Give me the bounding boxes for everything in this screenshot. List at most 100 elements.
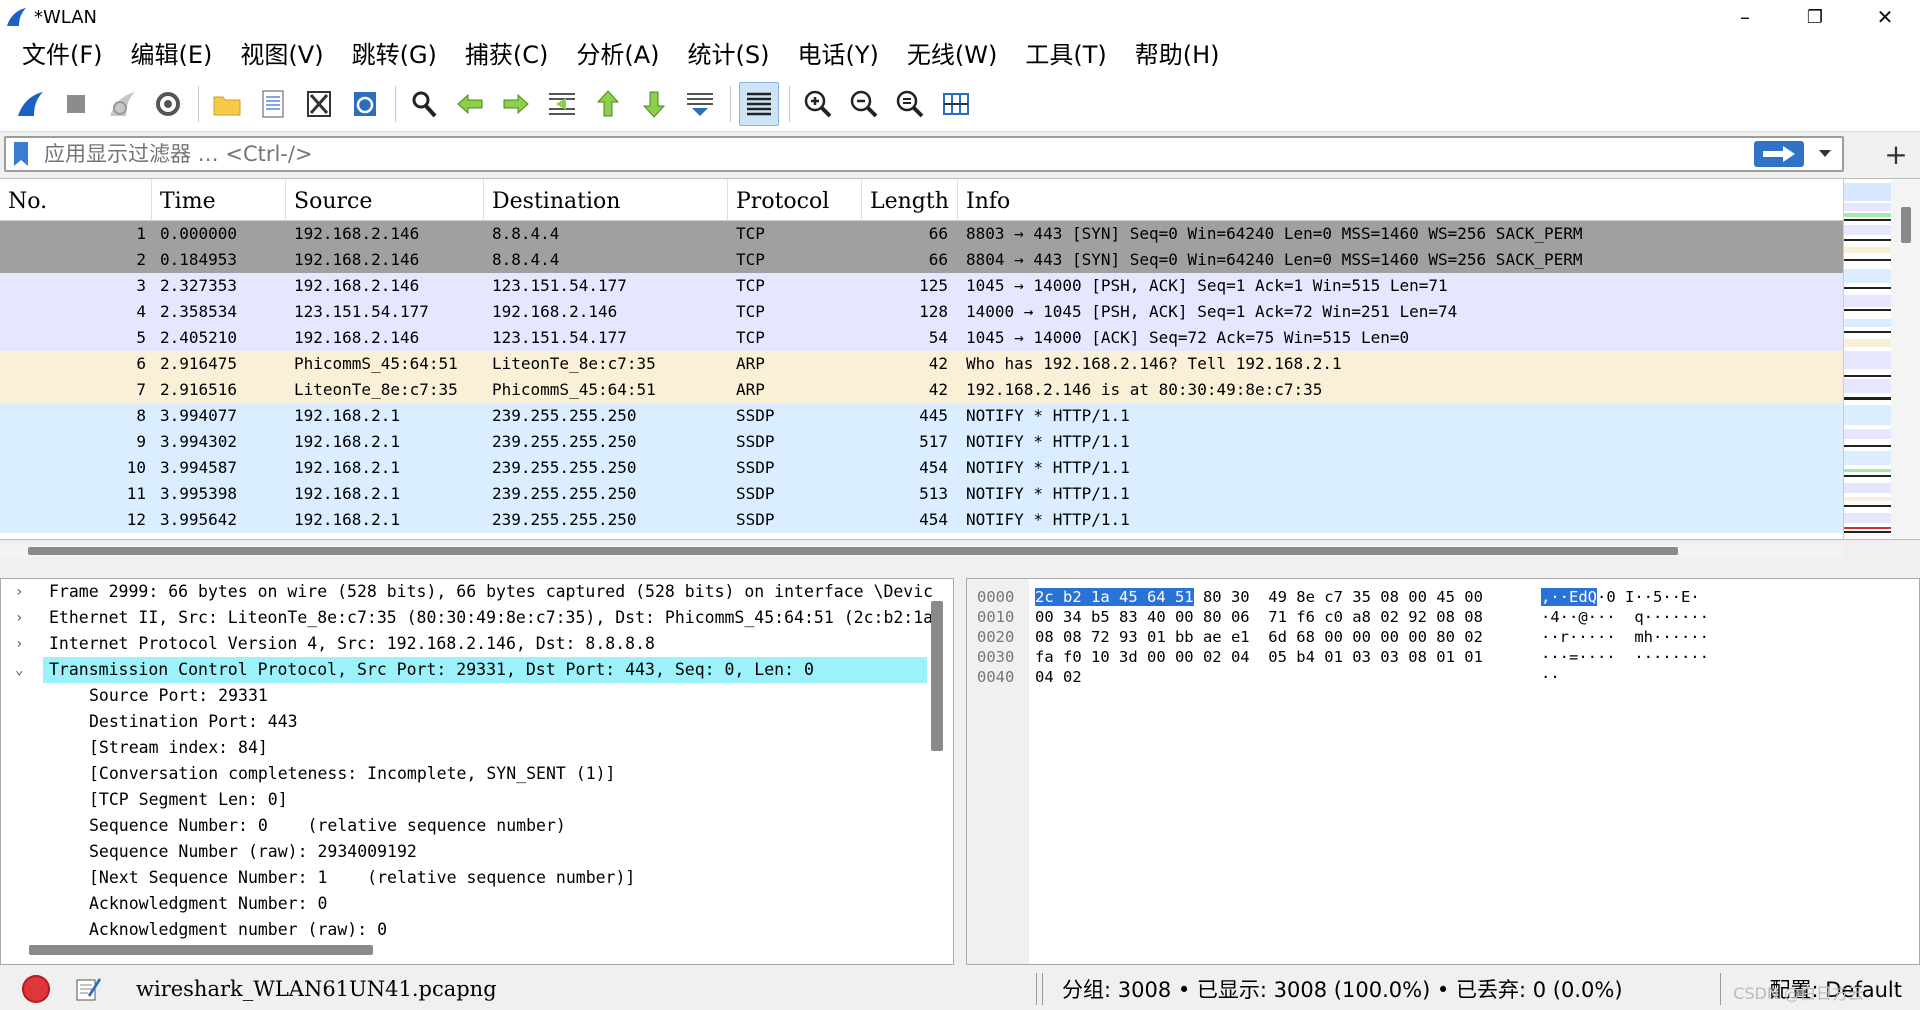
auto-scroll-icon[interactable]	[680, 82, 720, 126]
scrollbar-thumb[interactable]	[1901, 207, 1911, 243]
hex-ascii[interactable]: ,··EdQ·0 I··5··E·	[1541, 587, 1700, 607]
display-filter-bar: +	[4, 136, 1916, 172]
column-header-length[interactable]: Length	[862, 179, 958, 221]
menu-help[interactable]: 帮助(H)	[1121, 34, 1234, 76]
go-back-icon[interactable]	[450, 82, 490, 126]
hex-ascii[interactable]: ···=···· ········	[1541, 647, 1709, 667]
cell-time: 2.327353	[160, 276, 238, 295]
hex-bytes[interactable]: 08 08 72 93 01 bb ae e1 6d 68 00 00 00 0…	[1035, 627, 1483, 647]
packet-list-vertical-scrollbar[interactable]	[1891, 179, 1920, 539]
hex-bytes[interactable]: 00 34 b5 83 40 00 80 06 71 f6 c0 a8 02 9…	[1035, 607, 1483, 627]
column-header-source[interactable]: Source	[286, 179, 484, 221]
packet-row[interactable]: 9 3.994302 192.168.2.1 239.255.255.250 SSDP 5…	[0, 429, 1843, 455]
last-packet-icon[interactable]	[634, 82, 674, 126]
zoom-in-icon[interactable]	[798, 82, 838, 126]
detail-field-row[interactable]: Acknowledgment Number: 0	[1, 891, 925, 917]
packet-row[interactable]: 1 0.000000 192.168.2.146 8.8.4.4 TCP 66 8803 →…	[0, 221, 1843, 247]
add-filter-button[interactable]: +	[1876, 136, 1916, 172]
detail-field-row[interactable]: [Conversation completeness: Incomplete, …	[1, 761, 925, 787]
menu-statistics[interactable]: 统计(S)	[674, 34, 784, 76]
packet-list-horizontal-scrollbar[interactable]	[0, 545, 1843, 557]
minimize-button[interactable]: –	[1710, 0, 1780, 34]
detail-protocol-row[interactable]: › Frame 2999: 66 bytes on wire (528 bits)…	[1, 579, 933, 605]
menu-capture[interactable]: 捕获(C)	[451, 34, 562, 76]
shark-fin-start-icon[interactable]	[10, 82, 50, 126]
normal-size-icon[interactable]	[890, 82, 930, 126]
hex-ascii[interactable]: ·4··@··· q·······	[1541, 607, 1709, 627]
detail-protocol-row[interactable]: › Ethernet II, Src: LiteonTe_8e:c7:35 (80…	[1, 605, 933, 631]
scrollbar-thumb[interactable]	[28, 547, 1678, 555]
detail-protocol-row[interactable]: ⌄ Transmission Control Protocol, Src Port…	[1, 657, 927, 683]
column-header-time[interactable]: Time	[152, 179, 286, 221]
cell-protocol: SSDP	[736, 432, 775, 451]
reload-file-icon[interactable]	[345, 82, 385, 126]
detail-field-row[interactable]: [TCP Segment Len: 0]	[1, 787, 925, 813]
menu-edit[interactable]: 编辑(E)	[117, 34, 227, 76]
colorize-icon[interactable]	[739, 81, 779, 126]
maximize-button[interactable]: ❐	[1780, 0, 1850, 34]
capture-options-icon[interactable]	[148, 82, 188, 126]
packet-list-minimap[interactable]	[1843, 179, 1892, 539]
packet-row[interactable]: 10 3.994587 192.168.2.1 239.255.255.250 SSDP…	[0, 455, 1843, 481]
chevron-right-icon[interactable]: ›	[15, 605, 31, 631]
detail-field-row[interactable]: [Next Sequence Number: 1 (relative seque…	[1, 865, 925, 891]
menu-go[interactable]: 跳转(G)	[338, 34, 451, 76]
hex-bytes[interactable]: fa f0 10 3d 00 00 02 04 05 b4 01 03 03 0…	[1035, 647, 1483, 667]
column-header-info[interactable]: Info	[958, 179, 1843, 221]
chevron-down-icon[interactable]: ⌄	[15, 657, 31, 683]
cell-source: PhicommS_45:64:51	[294, 354, 458, 373]
packet-row[interactable]: 3 2.327353 192.168.2.146 123.151.54.177 TCP 1…	[0, 273, 1843, 299]
column-header-protocol[interactable]: Protocol	[728, 179, 862, 221]
close-button[interactable]: ✕	[1850, 0, 1920, 34]
packet-row[interactable]: 7 2.916516 LiteonTe_8e:c7:35 PhicommS_45:64…	[0, 377, 1843, 403]
packet-row[interactable]: 5 2.405210 192.168.2.146 123.151.54.177 TCP 5…	[0, 325, 1843, 351]
menu-analyze[interactable]: 分析(A)	[562, 34, 673, 76]
edit-comment-icon[interactable]	[74, 975, 102, 1003]
restart-capture-icon[interactable]	[102, 82, 142, 126]
apply-filter-button[interactable]	[1754, 141, 1804, 167]
save-file-icon[interactable]	[253, 82, 293, 126]
packet-row[interactable]: 6 2.916475 PhicommS_45:64:51 LiteonTe_8e:c7…	[0, 351, 1843, 377]
zoom-out-icon[interactable]	[844, 82, 884, 126]
column-header-destination[interactable]: Destination	[484, 179, 728, 221]
hex-ascii[interactable]: ··r····· mh······	[1541, 627, 1709, 647]
detail-protocol-row[interactable]: › Internet Protocol Version 4, Src: 192.1…	[1, 631, 925, 657]
find-packet-icon[interactable]	[404, 82, 444, 126]
bookmark-icon[interactable]	[12, 141, 30, 167]
packet-row[interactable]: 11 3.995398 192.168.2.1 239.255.255.250 SSDP…	[0, 481, 1843, 507]
detail-field-row[interactable]: Destination Port: 443	[1, 709, 925, 735]
menu-tools[interactable]: 工具(T)	[1011, 34, 1120, 76]
packet-row[interactable]: 8 3.994077 192.168.2.1 239.255.255.250 SSDP 4…	[0, 403, 1843, 429]
detail-field-row[interactable]: Sequence Number (raw): 2934009192	[1, 839, 925, 865]
details-vertical-scrollbar[interactable]	[931, 601, 943, 751]
detail-field-row[interactable]: Acknowledgment number (raw): 0	[1, 917, 925, 943]
detail-field-row[interactable]: Sequence Number: 0 (relative sequence nu…	[1, 813, 925, 839]
open-file-icon[interactable]	[207, 82, 247, 126]
filter-history-dropdown[interactable]	[1812, 139, 1838, 169]
resize-columns-icon[interactable]	[936, 82, 976, 126]
detail-text: [TCP Segment Len: 0]	[89, 790, 288, 809]
go-to-packet-icon[interactable]	[542, 82, 582, 126]
stop-capture-icon[interactable]	[56, 82, 96, 126]
first-packet-icon[interactable]	[588, 82, 628, 126]
menu-view[interactable]: 视图(V)	[226, 34, 337, 76]
packet-row[interactable]: 12 3.995642 192.168.2.1 239.255.255.250 SSDP…	[0, 507, 1843, 533]
hex-bytes[interactable]: 2c b2 1a 45 64 51 80 30 49 8e c7 35 08 0…	[1035, 587, 1483, 607]
display-filter-input[interactable]	[44, 142, 1754, 166]
close-file-icon[interactable]	[299, 82, 339, 126]
expert-info-icon[interactable]	[22, 975, 50, 1003]
detail-field-row[interactable]: [Stream index: 84]	[1, 735, 925, 761]
hex-bytes[interactable]: 04 02	[1035, 667, 1082, 687]
packet-row[interactable]: 2 0.184953 192.168.2.146 8.8.4.4 TCP 66 8804 →…	[0, 247, 1843, 273]
chevron-right-icon[interactable]: ›	[15, 631, 31, 657]
go-forward-icon[interactable]	[496, 82, 536, 126]
menu-telephony[interactable]: 电话(Y)	[784, 34, 893, 76]
chevron-right-icon[interactable]: ›	[15, 579, 31, 605]
detail-field-row[interactable]: Source Port: 29331	[1, 683, 925, 709]
details-horizontal-scrollbar[interactable]	[29, 945, 373, 955]
menu-file[interactable]: 文件(F)	[8, 34, 117, 76]
menu-wireless[interactable]: 无线(W)	[893, 34, 1011, 76]
column-header-no[interactable]: No.	[0, 179, 152, 221]
hex-ascii[interactable]: ··	[1541, 667, 1560, 687]
packet-row[interactable]: 4 2.358534 123.151.54.177 192.168.2.146 TCP 1…	[0, 299, 1843, 325]
